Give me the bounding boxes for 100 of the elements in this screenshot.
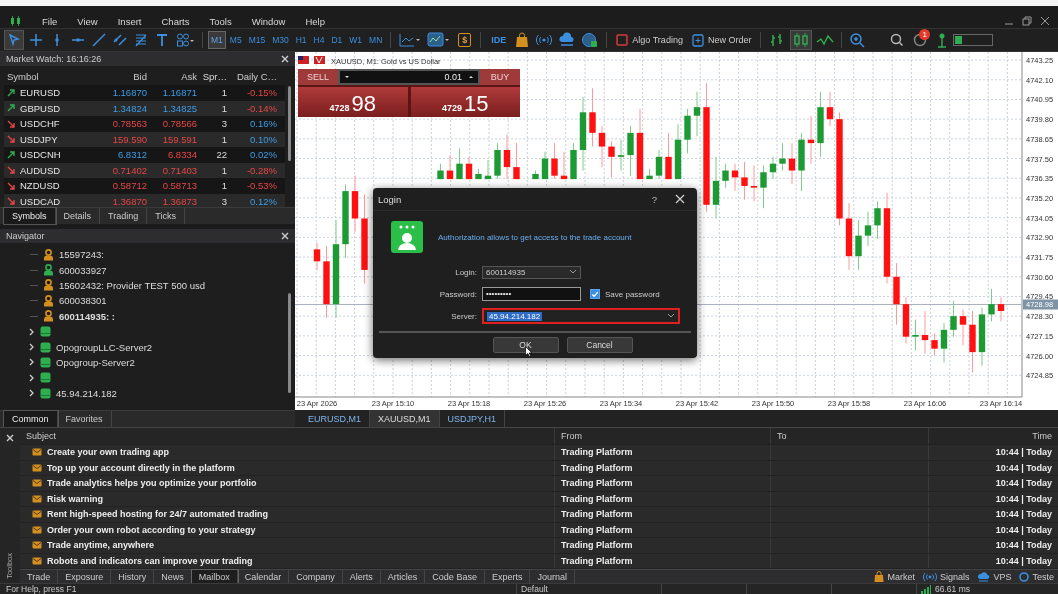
timeframe-button[interactable]: H1 [293, 32, 309, 48]
sell-price[interactable]: 4728 98 [298, 87, 408, 117]
message-sender: Trading Platform [555, 538, 771, 553]
menu-item[interactable]: Charts [151, 15, 200, 27]
algo-trading-button[interactable]: Algo Trading [613, 34, 686, 46]
field-label: Password: [438, 289, 477, 299]
column-header[interactable]: To [771, 428, 929, 444]
spread-value: 1 [220, 87, 228, 99]
server-item[interactable]: Opogroup-Server2 [56, 356, 135, 368]
server-item[interactable]: OpogroupLLC-Server2 [56, 341, 153, 353]
message-subject[interactable]: Trade anytime, anywhere [47, 540, 155, 551]
menu-item[interactable]: Tools [199, 15, 242, 27]
bid-price: 0.71402 [111, 164, 148, 176]
spread-value: 22 [215, 149, 228, 161]
account-item[interactable]: 15602432: Provider TEST 500 usd [59, 279, 205, 291]
timeframe-button[interactable]: H4 [311, 32, 327, 48]
column-header[interactable]: Time [929, 428, 1058, 444]
column-header[interactable]: Bid [92, 71, 150, 82]
timeframe-button[interactable]: M5 [227, 32, 244, 48]
dollar-icon[interactable]: $ [458, 33, 472, 47]
new-order-button[interactable]: New Order [688, 33, 755, 47]
checkbox-label[interactable]: Save password [605, 289, 660, 299]
symbol-name[interactable]: NZDUSD [20, 180, 60, 192]
message-subject[interactable]: Order your own robot according to your strategy [47, 524, 256, 535]
panel-tab[interactable]: Trading [100, 208, 148, 224]
timeframe-button[interactable]: MN [367, 32, 385, 48]
dialog-button[interactable]: Cancel [566, 337, 633, 353]
spread-value: 1 [220, 180, 228, 192]
message-time: 10:44 | Today [994, 446, 1053, 460]
timeframe-button[interactable]: D1 [329, 32, 345, 48]
message-subject[interactable]: Top up your account directly in the platform [47, 462, 235, 473]
service-button[interactable]: VPS [973, 571, 1016, 582]
message-sender: Trading Platform [555, 460, 771, 475]
symbol-name[interactable]: USDJPY [20, 133, 58, 145]
timeframe-button[interactable]: W1 [347, 32, 365, 48]
sell-button[interactable]: SELL [298, 69, 338, 85]
account-item[interactable]: 15597243: [59, 249, 104, 261]
menu-item[interactable]: File [32, 15, 68, 27]
volume-field[interactable]: 0.01 [338, 69, 480, 85]
service-button[interactable]: Market [870, 571, 919, 582]
message-subject[interactable]: Trade analytics helps you optimize your portfolio [47, 478, 257, 489]
menu-item[interactable]: Help [295, 15, 335, 27]
password-field[interactable]: ••••••••• [482, 287, 581, 301]
chart-tab[interactable]: XAUUSD,M1 [370, 410, 440, 427]
bid-price: 159.590 [111, 133, 148, 145]
daily-change: -0.53% [245, 180, 278, 192]
timeframe-button[interactable]: M30 [270, 32, 291, 48]
column-header[interactable]: Spr… [200, 71, 230, 82]
message-sender: Trading Platform [555, 507, 771, 522]
account-item[interactable]: 600033927 [59, 264, 107, 276]
ide-button[interactable]: IDE [487, 35, 511, 45]
ask-price: 1.16871 [161, 87, 198, 99]
column-header[interactable]: Daily C… [230, 71, 280, 82]
toolbox-tab[interactable]: Mailbox [191, 570, 238, 583]
column-header[interactable]: Ask [150, 71, 200, 82]
account-item[interactable]: 600038301 [59, 295, 107, 307]
panel-tab[interactable]: Ticks [147, 208, 185, 224]
login-field[interactable]: 600114935 [482, 265, 581, 279]
account-item[interactable]: 600114935: : [59, 310, 115, 322]
panel-tab[interactable]: Symbols [4, 208, 56, 224]
panel-tab[interactable]: Details [55, 208, 101, 224]
help-button[interactable]: ? [647, 193, 661, 205]
symbol-name[interactable]: GBPUSD [20, 102, 61, 114]
column-header[interactable]: Subject [20, 428, 555, 444]
menu-item[interactable]: Insert [107, 15, 152, 27]
message-sender: Trading Platform [555, 491, 771, 506]
message-subject[interactable]: Robots and indicators can improve your trading [47, 555, 253, 566]
timeframe-button[interactable]: M15 [246, 32, 268, 48]
message-time: 10:44 | Today [994, 554, 1053, 568]
daily-change: 0.10% [249, 133, 278, 145]
buy-price[interactable]: 4729 15 [410, 87, 520, 117]
symbol-name[interactable]: USDCHF [20, 118, 60, 130]
dialog-message: Authorization allows to get access to the trade account [438, 232, 632, 242]
symbol-name[interactable]: AUDUSD [20, 164, 61, 176]
spread-value: 1 [220, 102, 228, 114]
message-time: 10:44 | Today [994, 539, 1053, 553]
buy-button[interactable]: BUY [480, 69, 520, 85]
service-button[interactable]: Signals [918, 571, 974, 582]
symbol-name[interactable]: USDCNH [20, 149, 61, 161]
dialog-button[interactable]: OK [492, 337, 559, 353]
message-sender: Trading Platform [555, 476, 771, 491]
symbol-name[interactable]: EURUSD [20, 87, 61, 99]
message-subject[interactable]: Rent high-speed hosting for 24/7 automated trading [47, 509, 268, 520]
notification-badge: 1 [919, 29, 930, 40]
message-sender: Trading Platform [555, 553, 771, 568]
server-item[interactable]: 45.94.214.182 [56, 387, 117, 399]
menu-item[interactable]: Window [241, 15, 296, 27]
timeframe-button[interactable]: M1 [209, 32, 225, 48]
column-header[interactable]: Symbol [4, 71, 92, 82]
ask-price: 1.36873 [161, 195, 198, 207]
menu-item[interactable]: View [67, 15, 108, 27]
message-subject[interactable]: Create your own trading app [47, 447, 169, 458]
service-button[interactable]: Teste [1015, 571, 1058, 582]
message-subject[interactable]: Risk warning [47, 493, 103, 504]
column-header[interactable]: From [555, 428, 771, 444]
symbol-name[interactable]: USDCAD [20, 195, 61, 207]
message-time: 10:44 | Today [994, 461, 1053, 475]
ask-price: 0.58713 [161, 180, 198, 192]
server-field[interactable]: 45.94.214.182 [482, 308, 680, 324]
panel-tab[interactable]: Common [4, 411, 58, 427]
